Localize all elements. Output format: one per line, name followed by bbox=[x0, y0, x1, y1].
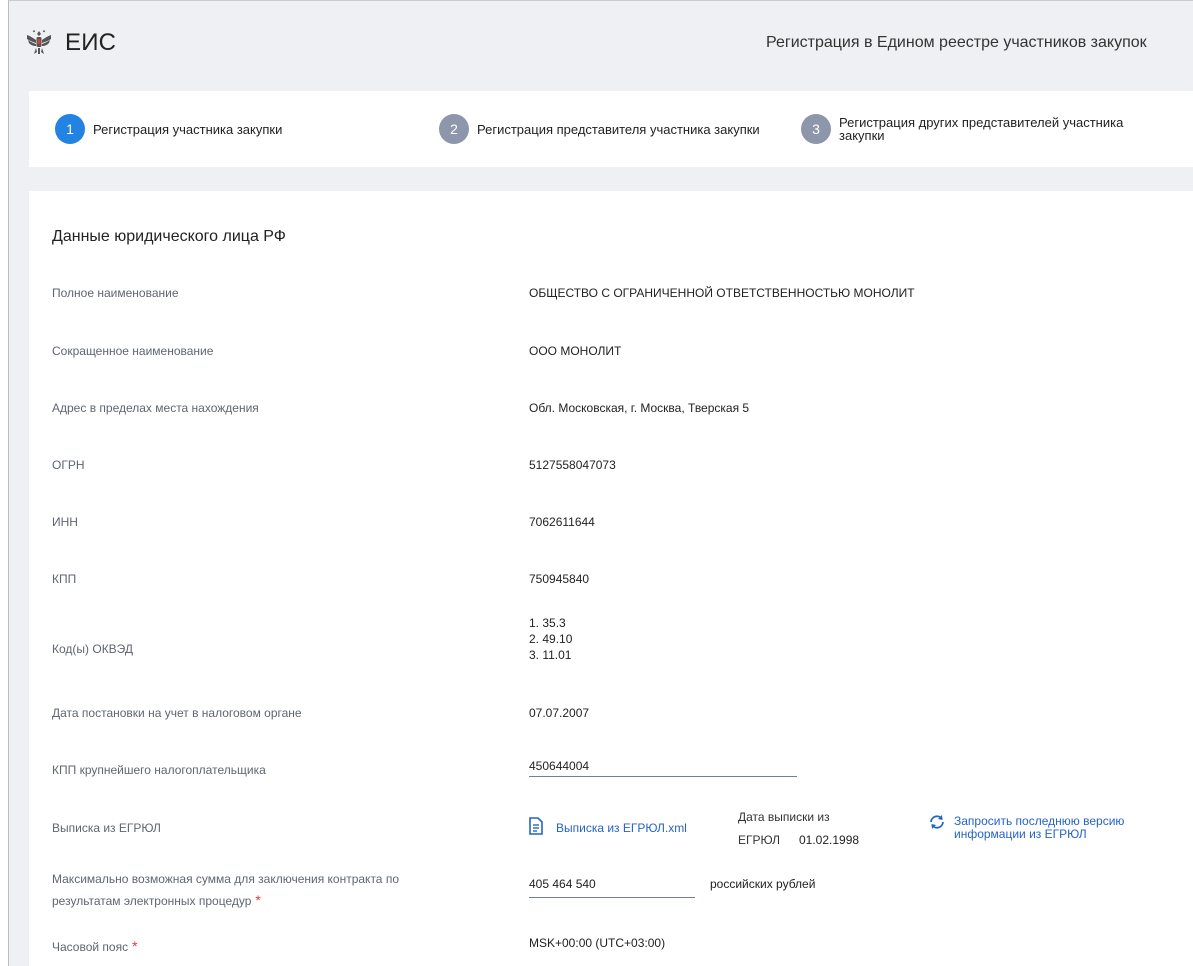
legal-entity-form: Данные юридического лица РФ Полное наиме… bbox=[29, 191, 1193, 966]
max-sum-unit: российских рублей bbox=[710, 877, 816, 891]
address-label: Адрес в пределах места нахождения bbox=[52, 401, 259, 415]
egrul-date-label-2: ЕГРЮЛ bbox=[738, 833, 780, 847]
timezone-label-text: Часовой пояс bbox=[52, 940, 129, 954]
kpp-value: 750945840 bbox=[529, 572, 590, 586]
app-window: ЕИС Регистрация в Едином реестре участни… bbox=[8, 0, 1193, 966]
step-2[interactable]: 2 Регистрация представителя участника за… bbox=[439, 91, 760, 167]
okved-label: Код(ы) ОКВЭД bbox=[52, 642, 134, 656]
inn-label: ИНН bbox=[52, 515, 78, 529]
tax-date-label: Дата постановки на учет в налоговом орга… bbox=[52, 706, 302, 720]
section-title: Данные юридического лица РФ bbox=[52, 228, 286, 245]
step-label: Регистрация участника закупки bbox=[93, 121, 283, 137]
ogrn-value: 5127558047073 bbox=[529, 458, 616, 472]
eagle-emblem-icon bbox=[27, 30, 51, 54]
required-asterisk: * bbox=[132, 938, 138, 954]
timezone-value[interactable]: MSK+00:00 (UTC+03:00) bbox=[529, 936, 665, 951]
page-heading: Регистрация в Едином реестре участников … bbox=[766, 34, 1147, 51]
short-name-label: Сокращенное наименование bbox=[52, 344, 214, 358]
inn-value: 7062611644 bbox=[529, 515, 595, 529]
refresh-egrul-link[interactable]: Запросить последнюю версию bbox=[954, 815, 1124, 827]
okved-code-1: 1. 35.3 bbox=[529, 616, 566, 630]
document-icon bbox=[529, 817, 543, 835]
step-label: Регистрация других представителей участн… bbox=[839, 115, 1124, 143]
refresh-icon[interactable] bbox=[928, 813, 946, 831]
step-number: 3 bbox=[801, 114, 831, 144]
step-number: 1 bbox=[55, 114, 85, 144]
egrul-file-link[interactable]: Выписка из ЕГРЮЛ.xml bbox=[556, 822, 687, 834]
timezone-label: Часовой пояс * bbox=[52, 936, 138, 957]
registration-stepper: 1 Регистрация участника закупки 2 Регист… bbox=[29, 91, 1193, 167]
tax-date-value: 07.07.2007 bbox=[529, 706, 590, 720]
largest-kpp-underline bbox=[529, 776, 797, 777]
step-label: Регистрация представителя участника заку… bbox=[477, 121, 760, 137]
short-name-value: ООО МОНОЛИТ bbox=[529, 344, 622, 358]
step-number: 2 bbox=[439, 114, 469, 144]
header: ЕИС Регистрация в Едином реестре участни… bbox=[9, 1, 1193, 91]
max-sum-label-2: результатам электронных процедур * bbox=[52, 890, 261, 911]
ogrn-label: ОГРН bbox=[52, 458, 85, 472]
step-3[interactable]: 3 Регистрация других представителей учас… bbox=[801, 91, 1149, 167]
egrul-label: Выписка из ЕГРЮЛ bbox=[52, 821, 161, 835]
address-value: Обл. Московская, г. Москва, Тверская 5 bbox=[529, 401, 750, 415]
egrul-date-value: 01.02.1998 bbox=[799, 833, 860, 847]
kpp-label: КПП bbox=[52, 572, 77, 586]
step-1[interactable]: 1 Регистрация участника закупки bbox=[55, 91, 282, 167]
okved-code-2: 2. 49.10 bbox=[529, 632, 573, 646]
largest-kpp-label: КПП крупнейшего налогоплательщика bbox=[52, 763, 266, 777]
largest-kpp-input[interactable]: 450644004 bbox=[529, 759, 589, 774]
max-sum-label: Максимально возможная сумма для заключен… bbox=[52, 872, 399, 886]
refresh-egrul-link-2[interactable]: информации из ЕГРЮЛ bbox=[954, 828, 1087, 840]
required-asterisk: * bbox=[255, 892, 261, 908]
max-sum-label-text: результатам электронных процедур bbox=[52, 894, 252, 908]
full-name-label: Полное наименование bbox=[52, 286, 179, 300]
max-sum-input[interactable]: 405 464 540 bbox=[529, 877, 596, 892]
full-name-value: ОБЩЕСТВО С ОГРАНИЧЕННОЙ ОТВЕТСТВЕННОСТЬЮ… bbox=[529, 286, 915, 300]
max-sum-underline bbox=[529, 897, 695, 898]
egrul-date-label: Дата выписки из bbox=[738, 810, 830, 824]
brand-name[interactable]: ЕИС bbox=[65, 29, 116, 57]
okved-code-3: 3. 11.01 bbox=[529, 648, 572, 662]
